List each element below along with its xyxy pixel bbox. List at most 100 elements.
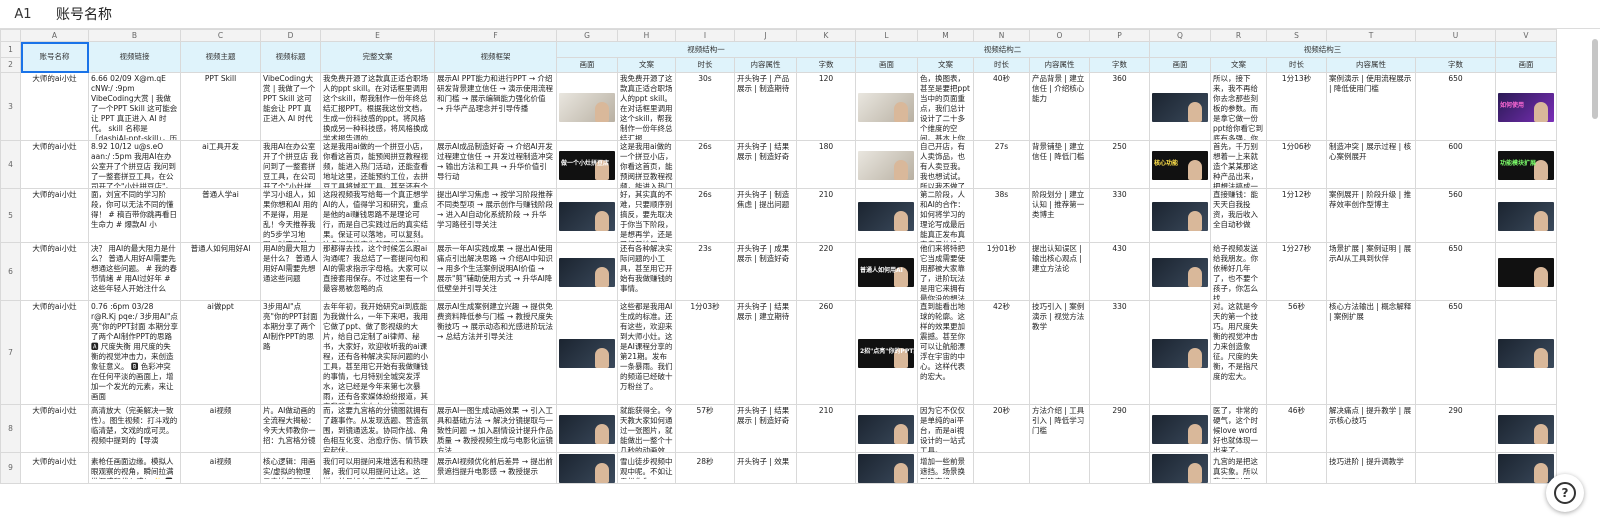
subheader-content-attr[interactable]: 内容属性: [1029, 57, 1090, 73]
cell-s2-duration[interactable]: [973, 452, 1030, 484]
cell-s1-words[interactable]: 180: [796, 140, 856, 189]
cell-s2-duration[interactable]: 1分01秒: [973, 242, 1030, 301]
subheader-content-attr[interactable]: 内容属性: [1326, 57, 1416, 73]
cell-s1-image[interactable]: [556, 242, 618, 301]
cell-s2-image[interactable]: 2招"点亮"你的PPT封面: [855, 300, 918, 405]
subheader-image[interactable]: 画面: [1149, 57, 1211, 73]
cell-s1-duration[interactable]: 28秒: [675, 452, 735, 484]
column-header-n[interactable]: N: [973, 29, 1030, 42]
column-header-t[interactable]: T: [1326, 29, 1416, 42]
cell-s1-script[interactable]: 这是我用ai做的一个拼豆小店，你看这首页，能预阅拼豆教程视频，能进入热门活动，: [617, 140, 676, 189]
cell-account[interactable]: 大师的ai小灶: [20, 404, 89, 453]
row-number[interactable]: 4: [0, 140, 21, 189]
column-header-p[interactable]: P: [1089, 29, 1150, 42]
cell-s3-image[interactable]: [1149, 300, 1211, 405]
subheader-word-count[interactable]: 字数: [1415, 57, 1496, 73]
select-all-corner[interactable]: [0, 29, 21, 42]
cell-s2-script[interactable]: 直到能看出地球的轮廓。这样的效果更加震撼。甚至你可以让航船漂浮在宇宙的中心。这样…: [917, 300, 974, 405]
column-header-r[interactable]: R: [1210, 29, 1267, 42]
cell-s2-image[interactable]: [855, 404, 918, 453]
cell-topic[interactable]: ai工具开发: [180, 140, 261, 189]
cell-s1-image[interactable]: [556, 452, 618, 484]
cell-s2-words[interactable]: [1089, 452, 1150, 484]
cell-s1-words[interactable]: 260: [796, 300, 856, 405]
cell-s3-image[interactable]: [1149, 188, 1211, 243]
header-v-blank[interactable]: [1495, 41, 1557, 58]
cell-script[interactable]: 我们可以用提问来堆选有和热理解，我们可以用提问让这。这样，并且加入温度模型，严重…: [320, 452, 435, 484]
row-number[interactable]: 7: [0, 300, 21, 405]
cell-account[interactable]: 大师的ai小灶: [20, 72, 89, 141]
cell-s1-script[interactable]: 我免费开源了这款真正适合职场人的ppt skill。在对话框里调用这个skill…: [617, 72, 676, 141]
cell-link[interactable]: 6.66 02/09 X@m.qE cNW:/ :9pm VibeCoding大…: [88, 72, 181, 141]
cell-s2-image[interactable]: [855, 188, 918, 243]
cell-s3-script[interactable]: 给子视频发送给我朋友。你依稀好几年了，也不要个孩子，你怎么找: [1210, 242, 1267, 301]
header-structure-2[interactable]: 视频结构二: [855, 41, 1150, 58]
cell-s3-script[interactable]: 九宫的是把这真实象。所以我们可以用: [1210, 452, 1267, 484]
cell-s1-script[interactable]: 雪山徒步视频中观中呢。不如让雪松作为: [617, 452, 676, 484]
cell-topic[interactable]: ai视频: [180, 404, 261, 453]
cell-s2-attr[interactable]: 方法介绍 | 工具引入 | 降低学习门槛: [1029, 404, 1090, 453]
column-header-f[interactable]: F: [434, 29, 557, 42]
subheader-duration[interactable]: 时长: [973, 57, 1030, 73]
cell-s2-duration[interactable]: 20秒: [973, 404, 1030, 453]
header-structure-3[interactable]: 视频结构三: [1149, 41, 1496, 58]
cell-s2-words[interactable]: 330: [1089, 188, 1150, 243]
cell-s3-image[interactable]: [1149, 404, 1211, 453]
cell-s1-attr[interactable]: 开头钩子 | 效果: [734, 452, 797, 484]
cell-s2-script[interactable]: 增加一些前景遮挡。场景换到晚高峰: [917, 452, 974, 484]
cell-topic[interactable]: 普通人如何用好AI: [180, 242, 261, 301]
subheader-image[interactable]: 画面: [556, 57, 618, 73]
cell-script[interactable]: 去年年初，我开始研究ai到底能为我做什么，一年下来吧，我用它做了ppt、做了影视…: [320, 300, 435, 405]
cell-account[interactable]: 大师的ai小灶: [20, 140, 89, 189]
cell-s2-attr[interactable]: 阶段划分 | 建立认知 | 推荐第一类博主: [1029, 188, 1090, 243]
cell-v-image[interactable]: 功能模块扩展: [1495, 140, 1557, 189]
column-header-v[interactable]: V: [1495, 29, 1557, 42]
cell-topic[interactable]: ai做ppt: [180, 300, 261, 405]
cell-s2-script[interactable]: 因为它不仅仅是单纯的ai平台，而是ai視设计的一站式工具。: [917, 404, 974, 453]
cell-s3-attr[interactable]: 技巧进阶 | 提升调教学: [1326, 452, 1416, 484]
cell-s1-duration[interactable]: 30s: [675, 72, 735, 141]
cell-framework[interactable]: 展示AI视频优化前后差异 → 提出前景遮挡提升电影感 → 教授提示: [434, 452, 557, 484]
subheader-word-count[interactable]: 字数: [1089, 57, 1150, 73]
cell-script[interactable]: 我免费开源了这款真正适合职场人的ppt skill。在对话框里调用这个skill…: [320, 72, 435, 141]
cell-v-image[interactable]: [1495, 242, 1557, 301]
cell-s1-words[interactable]: [796, 452, 856, 484]
cell-topic[interactable]: ai视频: [180, 452, 261, 484]
cell-s1-duration[interactable]: 26s: [675, 140, 735, 189]
subheader-script[interactable]: 文案: [1210, 57, 1267, 73]
cell-framework[interactable]: 提出AI学习焦虑 → 按学习阶段推荐不同类型项 → 展示创作与赚钱阶段 → 进入…: [434, 188, 557, 243]
column-header-g[interactable]: G: [556, 29, 618, 42]
cell-s1-script[interactable]: 就能获得全。今天教大家如何通过一张图片，就能做出一整个十几秒的动画效果。: [617, 404, 676, 453]
cell-s1-duration[interactable]: 57秒: [675, 404, 735, 453]
column-header-a[interactable]: A: [20, 29, 89, 42]
subheader-image[interactable]: 画面: [1495, 57, 1557, 73]
cell-s3-duration[interactable]: 1分13秒: [1266, 72, 1327, 141]
name-box[interactable]: A1: [0, 7, 46, 22]
cell-s2-attr[interactable]: 产品背景 | 建立信任 | 介绍核心能力: [1029, 72, 1090, 141]
cell-s1-image[interactable]: [556, 72, 618, 141]
cell-s2-attr[interactable]: 技巧引入 | 案例演示 | 视觉方法教学: [1029, 300, 1090, 405]
subheader-image[interactable]: 画面: [855, 57, 918, 73]
cell-s2-image[interactable]: [855, 72, 918, 141]
cell-title[interactable]: VibeCoding大赏 | 我做了一个PPT Skill 这可能会让 PPT …: [260, 72, 321, 141]
cell-s3-duration[interactable]: 1分06秒: [1266, 140, 1327, 189]
cell-s2-script[interactable]: 自己开店，有人卖饰品，也有人卖豆我。我也想试试。所以我不做了任何代码，只用了AI: [917, 140, 974, 189]
cell-s3-duration[interactable]: [1266, 452, 1327, 484]
header-account-name[interactable]: 账号名称: [20, 41, 89, 73]
cell-framework[interactable]: 展示一年AI实践成果 → 提出AI使用痛点引出解决思路 → 介绍AI中知识 → …: [434, 242, 557, 301]
cell-script[interactable]: 那都得去找，这个时候怎么跟ai沟通呢？我总结了一套提问句和AI的需求指示字母格。…: [320, 242, 435, 301]
column-header-k[interactable]: K: [796, 29, 856, 42]
subheader-word-count[interactable]: 字数: [796, 57, 856, 73]
header-full-script[interactable]: 完整文案: [320, 41, 435, 73]
column-header-m[interactable]: M: [917, 29, 974, 42]
cell-link[interactable]: 素枪任画面边缘。模拟人眼观察的视角，瞬间拉满纵深感和代入感！ ✨ 🅱: [88, 452, 181, 484]
subheader-content-attr[interactable]: 内容属性: [734, 57, 797, 73]
cell-s3-words[interactable]: 560: [1415, 188, 1496, 243]
cell-link[interactable]: 面，刘宜不同的学习阶段，你可以无法不同的懂得！ # 稿百带你跳再看日生命力 # …: [88, 188, 181, 243]
cell-s2-duration[interactable]: 40秒: [973, 72, 1030, 141]
cell-script[interactable]: 这段视频我写给每一个真正想学AI的人，值得学习和研究，重点是他的ai赚钱思路不是…: [320, 188, 435, 243]
help-button[interactable]: ?: [1546, 474, 1584, 512]
cell-s2-script[interactable]: 第二阶段，人和AI的合作：如何将学习的理论写成最后能真正发布真实自己的投入: [917, 188, 974, 243]
spreadsheet-grid[interactable]: A B C D E F G H I J K L M N O P Q R S T U V 1 账号名称 视频链接 视频主题 视频标题完…: [0, 29, 1600, 532]
cell-s2-image[interactable]: 普通人如何用AI: [855, 242, 918, 301]
